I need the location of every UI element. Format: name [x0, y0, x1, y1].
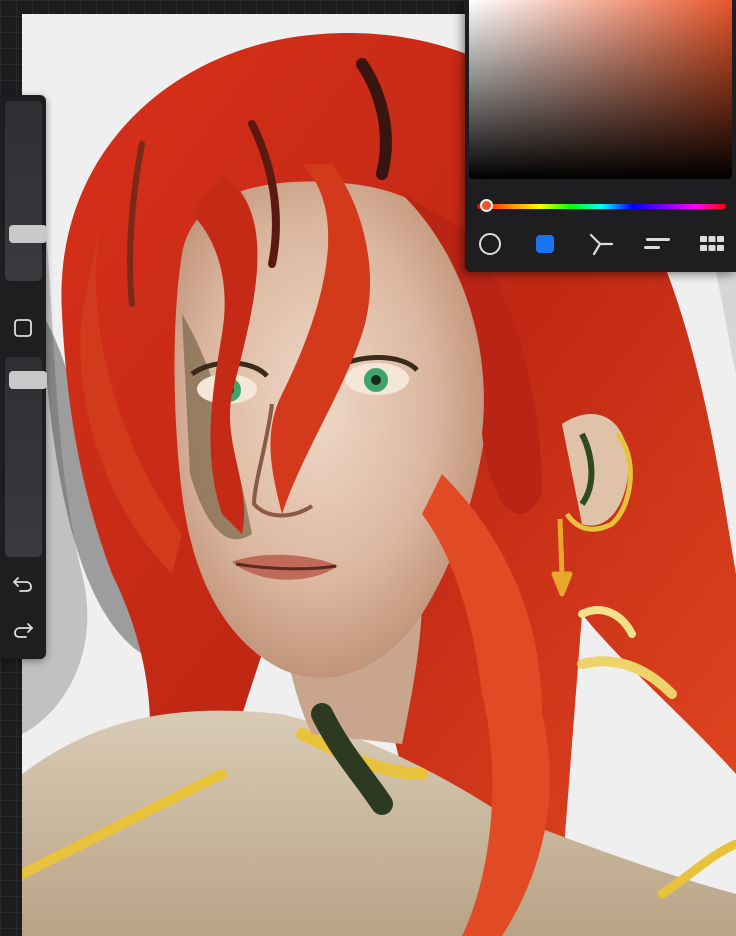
opacity-slider[interactable]	[5, 357, 47, 557]
brush-size-thumb[interactable]	[9, 225, 47, 243]
opacity-thumb[interactable]	[9, 371, 47, 389]
hue-slider[interactable]	[477, 204, 726, 209]
brush-size-slider[interactable]	[5, 101, 47, 281]
harmony-icon	[589, 233, 614, 256]
hue-slider-knob[interactable]	[480, 199, 494, 212]
grid-icon	[700, 236, 724, 251]
redo-button[interactable]	[8, 615, 38, 645]
brush-sidebar	[0, 95, 47, 659]
sliders-icon	[644, 238, 670, 249]
undo-icon	[13, 577, 32, 592]
color-panel	[465, 0, 736, 272]
modify-button[interactable]	[8, 313, 38, 343]
current-color-button[interactable]	[527, 226, 563, 262]
undo-button[interactable]	[8, 569, 38, 599]
palettes-button[interactable]	[694, 226, 730, 262]
blue-square-swatch	[536, 235, 554, 253]
circle-icon	[479, 233, 501, 255]
disc-mode-button[interactable]	[472, 226, 508, 262]
square-outline-icon	[14, 319, 32, 337]
harmony-mode-button[interactable]	[583, 226, 619, 262]
color-mode-toolbar	[465, 226, 736, 262]
value-sliders-button[interactable]	[639, 226, 675, 262]
saturation-brightness-picker[interactable]	[469, 0, 732, 179]
redo-icon	[14, 623, 33, 638]
